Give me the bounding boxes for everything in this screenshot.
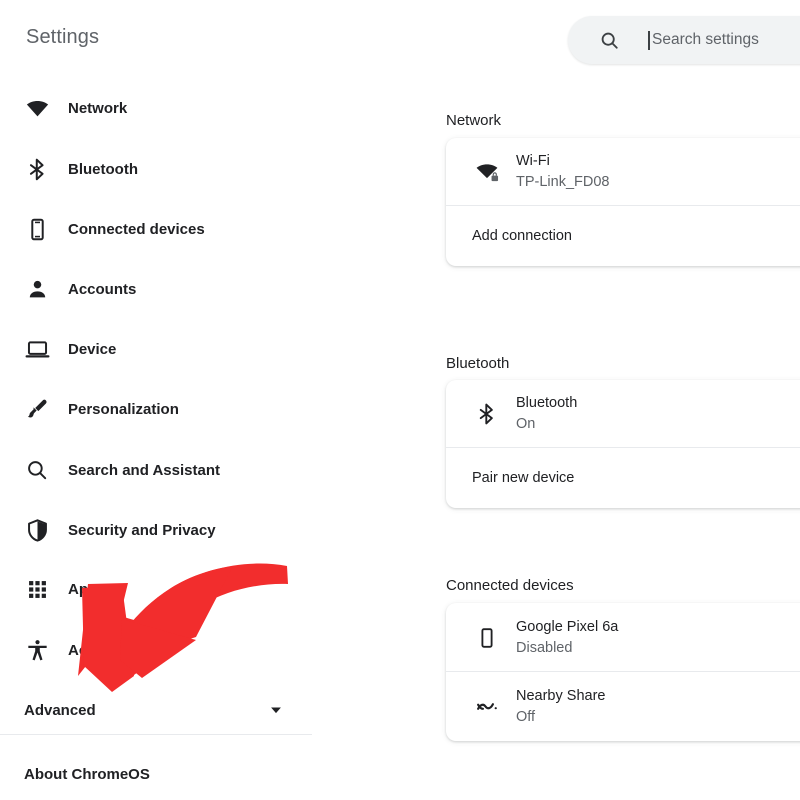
device-title: Google Pixel 6a xyxy=(516,617,618,638)
phone-icon xyxy=(474,625,500,651)
sidebar-item-network[interactable]: Network xyxy=(0,88,360,128)
sidebar-item-label: Accessibility xyxy=(68,642,160,659)
nearby-share-icon xyxy=(474,694,500,720)
settings-window: Settings Search settings Network xyxy=(0,0,800,800)
wifi-title: Wi-Fi xyxy=(516,151,609,172)
main-content: Network Wi-Fi TP-Link_FD08 Add connecti xyxy=(420,80,800,800)
sidebar-item-label: About ChromeOS xyxy=(24,766,150,783)
pair-new-device-label: Pair new device xyxy=(472,470,574,486)
sidebar-item-about-chromeos[interactable]: About ChromeOS xyxy=(0,752,310,796)
bluetooth-status: On xyxy=(516,414,577,435)
sidebar-item-connected-devices[interactable]: Connected devices xyxy=(0,209,360,249)
chevron-down-icon[interactable] xyxy=(268,702,284,718)
sidebar-item-device[interactable]: Device xyxy=(0,329,360,369)
brush-icon xyxy=(24,396,50,422)
sidebar-item-label: Personalization xyxy=(68,401,179,418)
bluetooth-card: Bluetooth On Pair new device xyxy=(446,380,800,508)
laptop-icon xyxy=(24,336,50,362)
bluetooth-row-text: Bluetooth On xyxy=(516,393,577,435)
search-icon xyxy=(24,457,50,483)
sidebar-item-personalization[interactable]: Personalization xyxy=(0,389,360,429)
sidebar-item-accounts[interactable]: Accounts xyxy=(0,269,360,309)
search-icon xyxy=(598,29,620,51)
nearby-share-title: Nearby Share xyxy=(516,686,605,707)
sidebar-item-label: Accounts xyxy=(68,281,136,298)
device-status: Disabled xyxy=(516,638,618,659)
phone-icon xyxy=(24,216,50,242)
sidebar-item-label: Search and Assistant xyxy=(68,462,220,479)
wifi-locked-icon xyxy=(474,159,500,185)
sidebar-item-label: Bluetooth xyxy=(68,161,138,178)
section-heading-connected-devices: Connected devices xyxy=(446,577,574,594)
device-row[interactable]: Google Pixel 6a Disabled xyxy=(446,603,800,672)
sidebar-item-accessibility[interactable]: Accessibility xyxy=(0,630,360,670)
nearby-share-row[interactable]: Nearby Share Off xyxy=(446,672,800,741)
sidebar-item-label: Connected devices xyxy=(68,221,205,238)
wifi-row-text: Wi-Fi TP-Link_FD08 xyxy=(516,151,609,193)
search-bar[interactable]: Search settings xyxy=(568,16,800,64)
sidebar-item-advanced[interactable]: Advanced xyxy=(0,688,310,732)
sidebar: Network Bluetooth Connected devices xyxy=(0,80,420,800)
sidebar-item-label: Device xyxy=(68,341,116,358)
device-row-text: Google Pixel 6a Disabled xyxy=(516,617,618,659)
accessibility-icon xyxy=(24,637,50,663)
bluetooth-title: Bluetooth xyxy=(516,393,577,414)
top-bar: Settings Search settings xyxy=(0,0,800,80)
sidebar-item-security-and-privacy[interactable]: Security and Privacy xyxy=(0,510,360,550)
add-connection-row[interactable]: Add connection xyxy=(446,206,800,266)
network-card: Wi-Fi TP-Link_FD08 Add connection xyxy=(446,138,800,266)
shield-icon xyxy=(24,517,50,543)
bluetooth-icon xyxy=(24,156,50,182)
sidebar-divider xyxy=(0,734,312,735)
search-input[interactable]: Search settings xyxy=(652,31,759,49)
sidebar-item-apps[interactable]: Apps xyxy=(0,569,360,609)
wifi-icon xyxy=(24,95,50,121)
pair-new-device-row[interactable]: Pair new device xyxy=(446,448,800,508)
nearby-share-status: Off xyxy=(516,707,605,728)
sidebar-item-search-and-assistant[interactable]: Search and Assistant xyxy=(0,450,360,490)
grid-icon xyxy=(24,576,50,602)
sidebar-item-label: Security and Privacy xyxy=(68,522,216,539)
sidebar-item-bluetooth[interactable]: Bluetooth xyxy=(0,149,360,189)
wifi-network-name: TP-Link_FD08 xyxy=(516,172,609,193)
add-connection-label: Add connection xyxy=(472,228,572,244)
person-icon xyxy=(24,276,50,302)
search-text-cursor xyxy=(648,31,650,50)
section-heading-bluetooth: Bluetooth xyxy=(446,355,509,372)
sidebar-item-label: Network xyxy=(68,100,127,117)
section-heading-network: Network xyxy=(446,112,501,129)
sidebar-item-label: Advanced xyxy=(24,702,96,719)
wifi-row[interactable]: Wi-Fi TP-Link_FD08 xyxy=(446,138,800,206)
bluetooth-row[interactable]: Bluetooth On xyxy=(446,380,800,448)
nearby-share-row-text: Nearby Share Off xyxy=(516,686,605,728)
sidebar-item-label: Apps xyxy=(68,581,106,598)
page-title: Settings xyxy=(26,26,99,49)
bluetooth-icon xyxy=(474,401,500,427)
connected-devices-card: Google Pixel 6a Disabled Nearby Share Of… xyxy=(446,603,800,741)
